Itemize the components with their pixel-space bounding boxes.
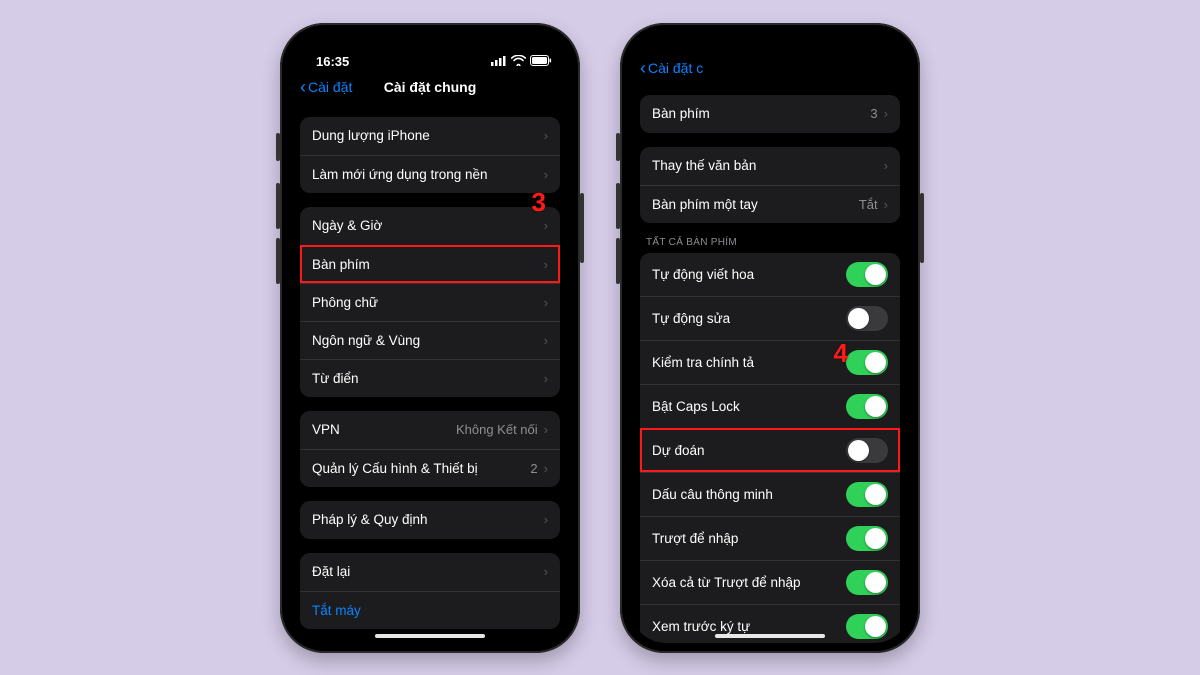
toggle-label: Tự động viết hoa [652,267,754,282]
section-header-all-keyboards: TẤT CẢ BÀN PHÍM [630,237,910,253]
annotation-4: 4 [834,338,848,369]
toggle-switch[interactable] [846,438,888,463]
row-fonts[interactable]: Phông chữ › [300,283,560,321]
chevron-left-icon: ‹ [640,59,646,77]
back-label: Cài đặt c [648,60,703,76]
status-time: 16:35 [316,54,349,69]
row-one-handed[interactable]: Bàn phím một tay Tắt› [640,185,900,223]
toggle-switch[interactable] [846,350,888,375]
phone-left: 3 16:35 ‹ Cài đặt Cài đặt chung [280,23,580,653]
toggle-switch[interactable] [846,306,888,331]
nav-title: Cài đặt chung [384,79,477,95]
status-icons [491,54,552,69]
row-text-replacement[interactable]: Thay thế văn bản › [640,147,900,185]
chevron-right-icon: › [544,371,548,386]
chevron-right-icon: › [544,128,548,143]
back-button[interactable]: ‹ Cài đặt [300,78,352,96]
chevron-right-icon: › [884,197,888,212]
toggle-switch[interactable] [846,614,888,639]
toggle-switch[interactable] [846,526,888,551]
toggle-label: Bật Caps Lock [652,399,740,414]
group-keyboards-count: Bàn phím 3› [640,95,900,133]
row-keyboard[interactable]: Bàn phím › [300,245,560,283]
notch [705,33,835,57]
back-button[interactable]: ‹ Cài đặt c [640,59,703,77]
toggle-label: Trượt để nhập [652,531,738,546]
row-dictionary[interactable]: Từ điển › [300,359,560,397]
signal-icon [491,54,507,69]
chevron-right-icon: › [884,106,888,121]
chevron-right-icon: › [544,512,548,527]
group-keyboard: Ngày & Giờ › Bàn phím › Phông chữ › Ngôn… [300,207,560,397]
toggle-label: Kiểm tra chính tả [652,355,754,370]
row-keyboards[interactable]: Bàn phím 3› [640,95,900,133]
keyboards-count: 3 [870,106,877,121]
toggle-switch[interactable] [846,262,888,287]
chevron-right-icon: › [544,564,548,579]
chevron-right-icon: › [544,218,548,233]
chevron-right-icon: › [884,158,888,173]
row-toggle-3: Bật Caps Lock [640,384,900,428]
toggle-switch[interactable] [846,570,888,595]
row-background-app-refresh[interactable]: Làm mới ứng dụng trong nền › [300,155,560,193]
row-vpn[interactable]: VPN Không Kết nối› [300,411,560,449]
toggle-label: Xem trước ký tự [652,619,750,634]
row-toggle-2: Kiểm tra chính tả [640,340,900,384]
toggle-label: Dấu câu thông minh [652,487,773,502]
toggle-switch[interactable] [846,482,888,507]
back-label: Cài đặt [308,79,352,95]
row-toggle-7: Xóa cả từ Trượt để nhập [640,560,900,604]
battery-icon [530,54,552,69]
chevron-right-icon: › [544,257,548,272]
chevron-left-icon: ‹ [300,78,306,96]
wifi-icon [511,54,526,69]
row-language-region[interactable]: Ngôn ngữ & Vùng › [300,321,560,359]
nav-bar: ‹ Cài đặt c [630,55,910,81]
chevron-right-icon: › [544,167,548,182]
group-storage: Dung lượng iPhone › Làm mới ứng dụng tro… [300,117,560,193]
row-toggle-0: Tự động viết hoa [640,253,900,296]
group-vpn: VPN Không Kết nối› Quản lý Cấu hình & Th… [300,411,560,487]
row-toggle-4: Dự đoán [640,428,900,472]
phone-right: 4 ‹ Cài đặt c Bàn phím 3› Thay thế văn b… [620,23,920,653]
group-legal: Pháp lý & Quy định › [300,501,560,539]
toggle-label: Xóa cả từ Trượt để nhập [652,575,801,590]
row-reset[interactable]: Đặt lại › [300,553,560,591]
home-indicator[interactable] [375,634,485,638]
chevron-right-icon: › [544,461,548,476]
toggle-switch[interactable] [846,394,888,419]
chevron-right-icon: › [544,333,548,348]
one-handed-value: Tắt [859,197,878,212]
nav-bar: ‹ Cài đặt Cài đặt chung [290,71,570,103]
row-toggle-5: Dấu câu thông minh [640,472,900,516]
row-date-time[interactable]: Ngày & Giờ › [300,207,560,245]
home-indicator[interactable] [715,634,825,638]
row-legal[interactable]: Pháp lý & Quy định › [300,501,560,539]
toggle-label: Tự động sửa [652,311,730,326]
chevron-right-icon: › [544,422,548,437]
vpn-status: Không Kết nối [456,422,538,437]
group-all-keyboards: Tự động viết hoa Tự động sửa Kiểm tra chín… [640,253,900,643]
group-text-replacement: Thay thế văn bản › Bàn phím một tay Tắt› [640,147,900,223]
annotation-3: 3 [532,187,546,218]
row-shutdown[interactable]: Tắt máy [300,591,560,629]
profiles-count: 2 [530,461,537,476]
notch [365,33,495,57]
row-profiles[interactable]: Quản lý Cấu hình & Thiết bị 2› [300,449,560,487]
row-iphone-storage[interactable]: Dung lượng iPhone › [300,117,560,155]
row-toggle-6: Trượt để nhập [640,516,900,560]
chevron-right-icon: › [544,295,548,310]
group-reset: Đặt lại › Tắt máy [300,553,560,629]
row-toggle-1: Tự động sửa [640,296,900,340]
toggle-label: Dự đoán [652,443,705,458]
